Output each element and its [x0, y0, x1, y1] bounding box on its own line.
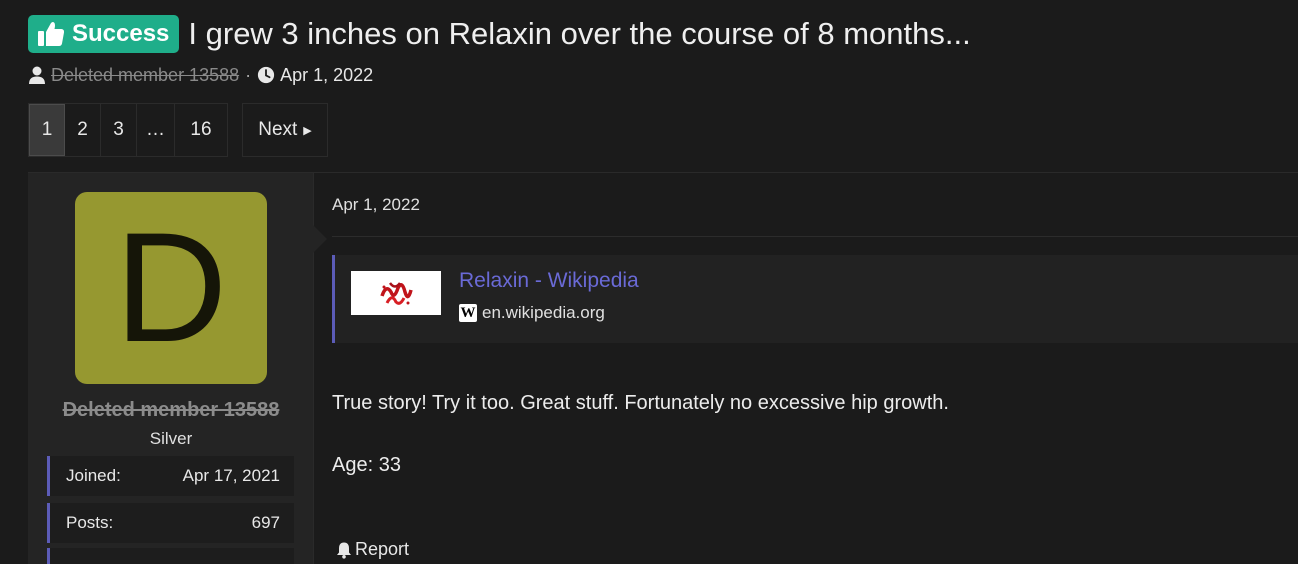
stat-label: Joined:	[66, 466, 121, 485]
post-message: D Deleted member 13588 Silver Joined: Ap…	[28, 172, 1298, 564]
user-stat-joined: Joined: Apr 17, 2021	[47, 456, 294, 496]
page-link-3[interactable]: 3	[101, 104, 137, 156]
avatar[interactable]: D	[75, 192, 267, 384]
page-jump-ellipsis[interactable]: …	[137, 104, 175, 156]
clock-icon	[258, 66, 275, 84]
post-body-line: Age: 33	[332, 454, 401, 476]
caret-right-icon: ▶	[303, 124, 312, 137]
protein-structure-image	[380, 282, 413, 305]
stat-value: 697	[251, 513, 280, 532]
thread-meta: Deleted member 13588 · Apr 1, 2022	[28, 62, 373, 88]
unfurl-domain: W en.wikipedia.org	[459, 303, 605, 323]
user-icon	[29, 66, 45, 84]
page-link-1[interactable]: 1	[29, 104, 65, 156]
thread-date[interactable]: Apr 1, 2022	[280, 65, 373, 86]
user-stat-partial	[47, 548, 294, 564]
report-button[interactable]: Report	[335, 539, 409, 560]
thumbs-up-icon	[38, 22, 65, 46]
post-date[interactable]: Apr 1, 2022	[332, 195, 420, 215]
report-label: Report	[355, 539, 410, 559]
user-title: Silver	[149, 429, 193, 448]
wikipedia-icon: W	[459, 304, 477, 322]
meta-separator: ·	[245, 64, 252, 85]
username[interactable]: Deleted member 13588	[28, 399, 314, 422]
page-link-16[interactable]: 16	[175, 104, 227, 156]
page-navigation: 1 2 3 … 16 Next ▶	[28, 103, 328, 157]
prefix-label: Success	[72, 20, 170, 47]
thread-author[interactable]: Deleted member 13588	[51, 65, 239, 86]
unfurl-domain-text: en.wikipedia.org	[482, 303, 605, 322]
post-body-line: True story! Try it too. Great stuff. For…	[332, 392, 949, 414]
stat-value: Apr 17, 2021	[182, 466, 280, 485]
unfurl-title[interactable]: Relaxin - Wikipedia	[459, 269, 639, 293]
user-stat-posts: Posts: 697	[47, 503, 294, 543]
stat-label: Posts:	[66, 513, 114, 532]
thread-title: I grew 3 inches on Relaxin over the cour…	[188, 16, 971, 51]
link-unfurl-card[interactable]: Relaxin - Wikipedia W en.wikipedia.org	[332, 255, 1298, 343]
unfurl-thumbnail[interactable]	[351, 271, 441, 315]
post-header-divider	[332, 236, 1298, 237]
thread-title-row: Success I grew 3 inches on Relaxin over …	[28, 14, 971, 54]
success-prefix-badge[interactable]: Success	[28, 15, 180, 53]
next-page-button[interactable]: Next ▶	[242, 103, 328, 157]
next-label: Next	[258, 119, 298, 140]
page-list: 1 2 3 … 16	[28, 103, 228, 157]
page-link-2[interactable]: 2	[65, 104, 101, 156]
bell-icon	[337, 542, 351, 559]
user-cell: D Deleted member 13588 Silver Joined: Ap…	[28, 173, 327, 564]
avatar-letter: D	[114, 201, 228, 375]
post-main-cell: Apr 1, 2022 Relaxin - Wikipedia W en.wik…	[315, 173, 1298, 564]
